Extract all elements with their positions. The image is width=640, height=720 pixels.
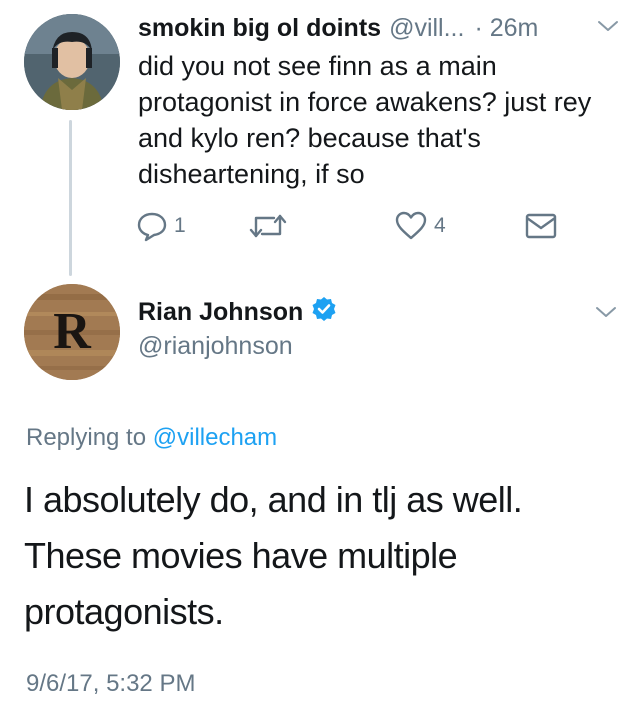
author-display-name[interactable]: Rian Johnson [138,298,303,327]
reply-count: 1 [174,214,186,237]
replying-to: Replying to @villecham [26,424,277,452]
user-avatar-icon [24,14,120,110]
chevron-down-icon [598,21,618,31]
verified-badge [311,296,337,329]
tweet-menu-button[interactable] [596,18,620,39]
tweet-text: did you not see finn as a main protagoni… [138,51,592,189]
heart-icon [395,211,427,240]
tweet-time[interactable]: · 26m [474,14,538,43]
time-ago: 26m [489,13,539,42]
envelope-icon [525,213,557,239]
retweet-icon [249,214,287,238]
thread-line [69,120,72,276]
replying-to-handle-link[interactable]: @villecham [153,424,277,451]
retweet-button[interactable] [248,208,294,244]
verified-badge-icon [312,297,336,321]
avatar-letter: R [53,303,92,360]
user-avatar[interactable] [24,14,120,110]
tweet-menu-button[interactable] [594,304,618,325]
time-separator: · [474,13,483,42]
direct-message-button[interactable] [524,208,558,244]
author-handle[interactable]: @rianjohnson [138,332,293,361]
rian-johnson-avatar[interactable]: R [24,284,120,380]
tweet-actions: 1 4 [136,208,576,244]
chevron-down-icon [596,307,616,317]
like-count: 4 [434,214,446,237]
like-button[interactable]: 4 [394,208,446,244]
tweet-text: I absolutely do, and in tlj as well. The… [24,479,523,632]
reply-button[interactable]: 1 [136,208,186,244]
tweet-timestamp[interactable]: 9/6/17, 5:32 PM [26,670,195,698]
letter-r-avatar-icon: R [24,284,120,380]
replying-to-label: Replying to [26,424,147,451]
author-handle[interactable]: @vill... [389,14,464,43]
author-display-name[interactable]: smokin big ol doints [138,14,381,43]
reply-icon [137,212,167,242]
